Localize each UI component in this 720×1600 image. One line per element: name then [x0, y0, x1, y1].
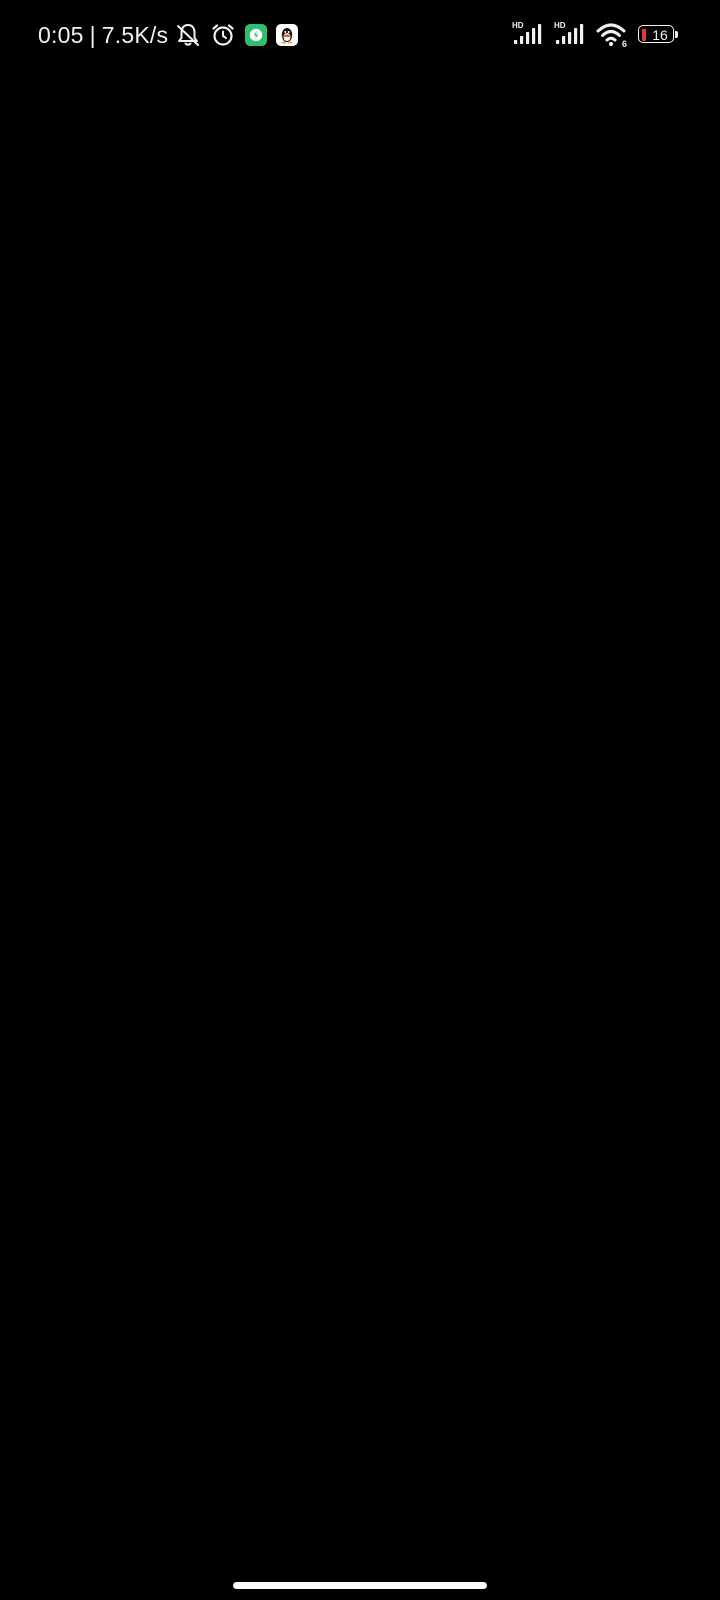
wifi-icon: 6 [596, 20, 628, 50]
alarm-icon [209, 21, 237, 49]
status-bar: 0:05 | 7.5K/s HD HD 6 16 [0, 0, 720, 70]
battery-level: 16 [652, 27, 668, 43]
sim1-signal-icon: HD [512, 20, 544, 50]
home-gesture-bar[interactable] [233, 1582, 487, 1589]
status-right: HD HD 6 16 [512, 18, 678, 52]
app-content-area [0, 70, 720, 1570]
battery-fill [642, 29, 646, 41]
battery-icon: 16 [638, 25, 678, 45]
green-shield-app-icon [244, 23, 268, 47]
status-left: 0:05 | 7.5K/s [38, 18, 299, 52]
qq-penguin-icon [275, 23, 299, 47]
clock-time: 0:05 [38, 22, 84, 48]
sim2-signal-icon: HD [554, 20, 586, 50]
status-separator: | [89, 22, 96, 48]
network-speed: 7.5K/s [101, 22, 169, 48]
bell-muted-icon [174, 21, 202, 49]
wifi-6-label: 6 [621, 39, 627, 49]
